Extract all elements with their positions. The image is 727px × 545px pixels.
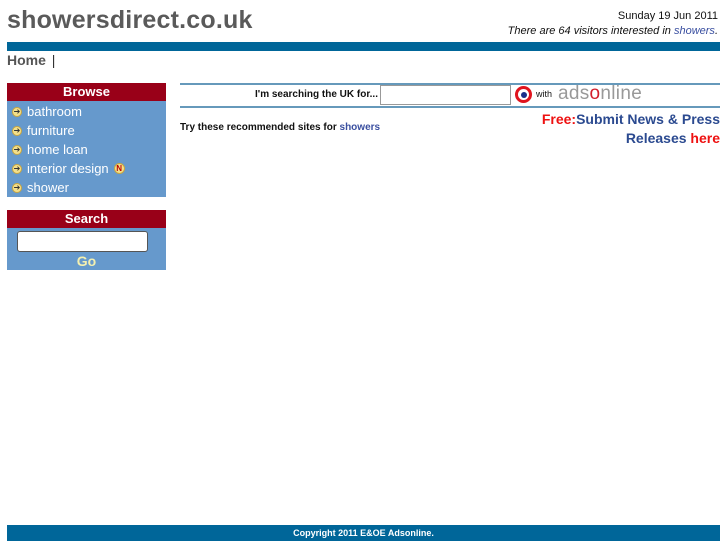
target-search-icon[interactable]: [515, 86, 532, 103]
visitors-prefix: There are 64 visitors interested in: [507, 25, 674, 37]
search-go-button[interactable]: Go: [7, 253, 166, 269]
browse-item-shower[interactable]: ➔ shower: [12, 178, 166, 197]
press-line2-text: Releases: [625, 130, 691, 146]
browse-list: ➔ bathroom ➔ furniture ➔ home loan ➔ interio…: [7, 101, 166, 197]
arrow-right-circle-icon: ➔: [12, 182, 22, 193]
breadcrumb: Home |: [7, 52, 55, 68]
browse-item-label: shower: [27, 180, 69, 195]
browse-item-interior-design[interactable]: ➔ interior design N: [12, 159, 166, 178]
browse-heading: Browse: [7, 83, 166, 101]
header-bar: [7, 42, 720, 51]
footer-copyright: Copyright 2011 E&OE Adsonline.: [7, 525, 720, 541]
search-panel: Search Go: [7, 210, 166, 270]
adsonline-logo[interactable]: adsonline: [558, 83, 642, 105]
browse-item-label: interior design: [27, 161, 109, 176]
breadcrumb-home[interactable]: Home: [7, 52, 46, 68]
visitors-suffix: .: [714, 25, 718, 37]
uk-search-strip: I'm searching the UK for... with adsonli…: [180, 83, 720, 108]
browse-panel: Browse ➔ bathroom ➔ furniture ➔ home loan ➔…: [7, 83, 166, 197]
browse-item-label: home loan: [27, 142, 88, 157]
arrow-right-circle-icon: ➔: [12, 163, 22, 174]
sidebar-search-input[interactable]: [17, 231, 148, 252]
press-here-link[interactable]: here: [690, 130, 720, 146]
recommended-showers-link[interactable]: showers: [340, 122, 381, 133]
recommended-sites-text: Try these recommended sites for showers: [180, 122, 380, 133]
current-date: Sunday 19 Jun 2011: [617, 10, 718, 22]
new-badge-icon: N: [113, 163, 125, 174]
browse-item-label: bathroom: [27, 104, 82, 119]
breadcrumb-separator: |: [51, 52, 56, 68]
browse-item-furniture[interactable]: ➔ furniture: [12, 121, 166, 140]
logo-o: o: [589, 83, 601, 104]
browse-item-label: furniture: [27, 123, 75, 138]
recommended-prefix: Try these recommended sites for: [180, 122, 340, 133]
press-free-label: Free:: [541, 111, 577, 127]
with-label: with: [536, 89, 553, 99]
press-line-2: Releases here: [542, 129, 720, 148]
uk-search-input[interactable]: [380, 85, 511, 105]
arrow-right-circle-icon: ➔: [12, 144, 22, 155]
visitors-showers-link[interactable]: showers: [674, 25, 715, 37]
arrow-right-circle-icon: ➔: [12, 125, 22, 136]
site-title[interactable]: showersdirect.co.uk: [7, 6, 253, 35]
press-line-1: Free:Submit News & Press: [542, 110, 720, 129]
search-heading: Search: [7, 210, 166, 228]
visitor-count-text: There are 64 visitors interested in show…: [508, 25, 718, 37]
browse-item-home-loan[interactable]: ➔ home loan: [12, 140, 166, 159]
logo-suffix: nline: [600, 83, 643, 104]
browse-item-bathroom[interactable]: ➔ bathroom: [12, 102, 166, 121]
uk-search-label: I'm searching the UK for...: [255, 89, 378, 100]
press-release-promo: Free:Submit News & Press Releases here: [542, 110, 720, 148]
logo-prefix: ads: [558, 83, 590, 104]
arrow-right-circle-icon: ➔: [12, 106, 22, 117]
press-line1-text: Submit News & Press: [576, 111, 720, 127]
